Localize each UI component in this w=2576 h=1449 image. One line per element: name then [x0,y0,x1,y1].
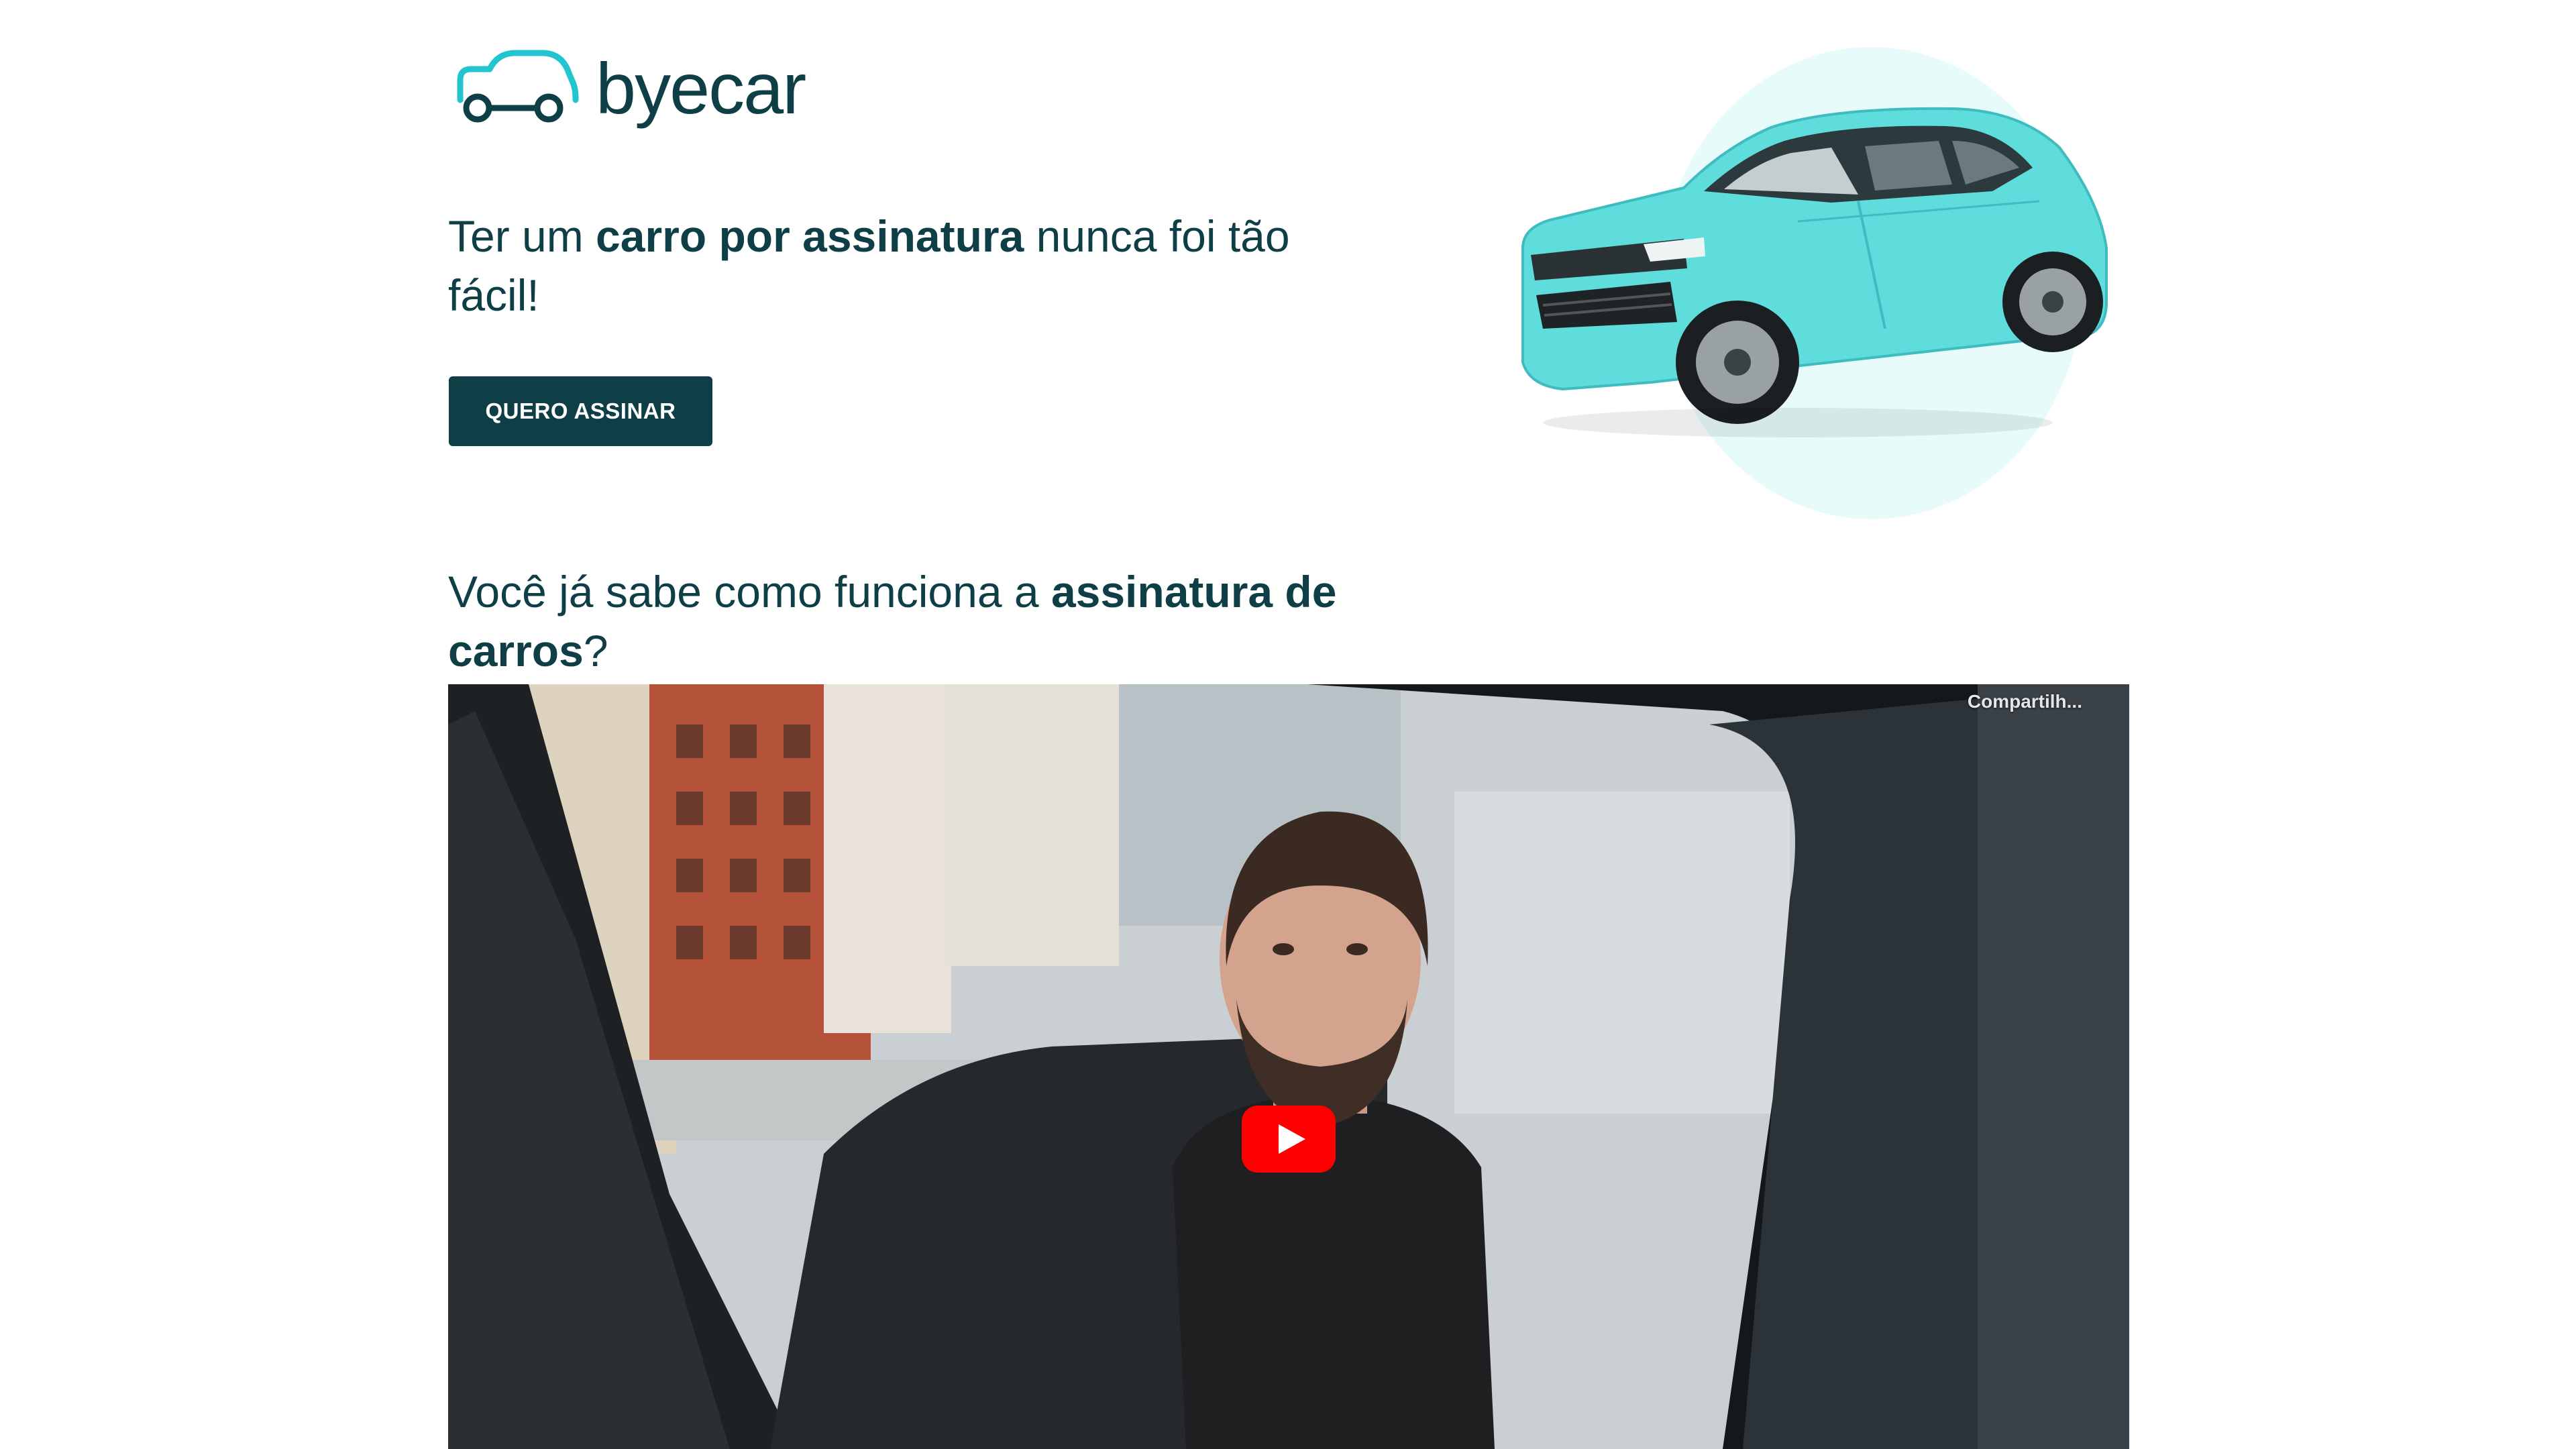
hero-headline-bold: carro por assinatura [596,211,1024,261]
section-title: Você já sabe como funciona a assinatura … [448,562,1454,680]
landing-page: byecar Ter um carro por assinatura nunca… [0,0,2576,1449]
hero-headline-part1: Ter um [448,211,596,261]
section-title-part1: Você já sabe como funciona a [448,567,1051,616]
video-player[interactable]: Compartilh... [448,684,2129,1449]
hero-car-image [1521,47,2108,519]
youtube-play-icon [1242,1106,1336,1173]
car-outline-icon [457,50,579,123]
youtube-play-button[interactable] [1242,1106,1336,1173]
subscribe-button[interactable]: QUERO ASSINAR [449,376,712,446]
share-label[interactable]: Compartilh... [1968,691,2082,712]
hero-headline: Ter um carro por assinatura nunca foi tã… [448,207,1293,325]
brand-name: byecar [596,48,806,129]
byecar-logo[interactable]: byecar [448,42,810,136]
video-thumbnail [448,684,2129,1449]
section-title-part2: ? [583,626,608,676]
